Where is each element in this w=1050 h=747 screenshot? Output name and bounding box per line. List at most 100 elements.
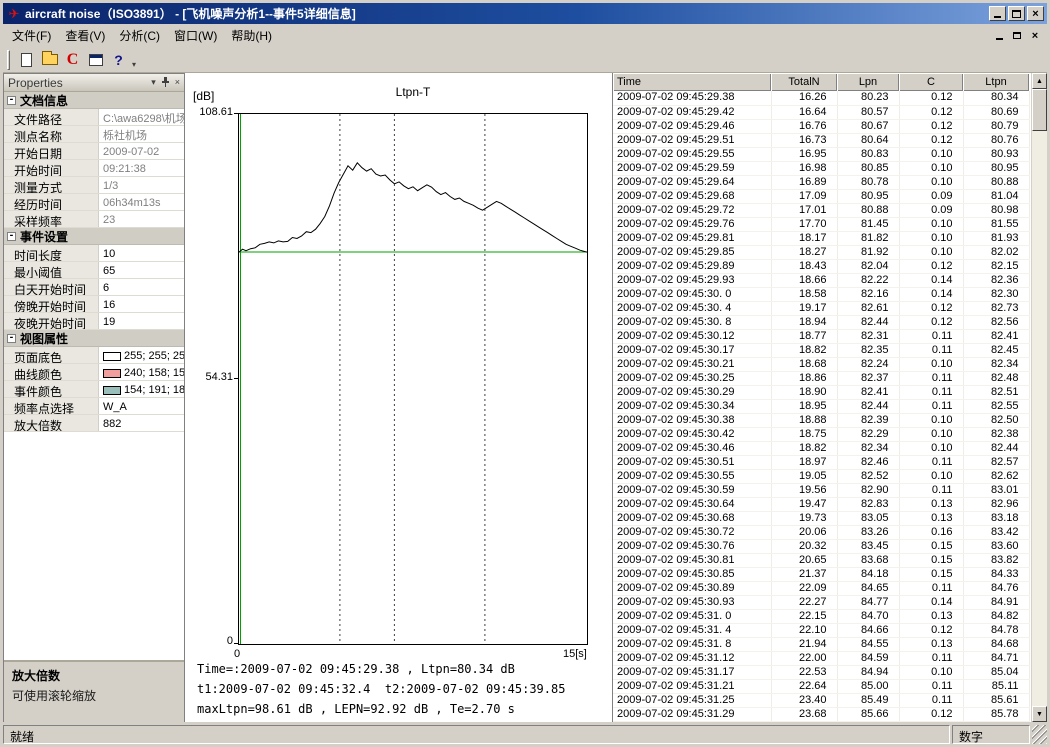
close-button[interactable]: × (1027, 6, 1044, 21)
panel-dropdown-icon[interactable]: ▾ (151, 78, 156, 87)
table-row[interactable]: 2009-07-02 09:45:31.2122.6485.000.1185.1… (613, 679, 1029, 693)
scroll-up-button[interactable]: ▲ (1032, 73, 1047, 89)
property-category[interactable]: -视图属性 (4, 330, 184, 347)
table-row[interactable]: 2009-07-02 09:45:30.2518.8682.370.1182.4… (613, 371, 1029, 385)
table-row[interactable]: 2009-07-02 09:45:31. 821.9484.550.1384.6… (613, 637, 1029, 651)
table-row[interactable]: 2009-07-02 09:45:29.8518.2781.920.1082.0… (613, 245, 1029, 259)
resize-grip[interactable] (1032, 725, 1047, 744)
property-row[interactable]: 曲线颜色240; 158; 15 (4, 364, 184, 381)
table-row[interactable]: 2009-07-02 09:45:29.7217.0180.880.0980.9… (613, 203, 1029, 217)
menu-item[interactable]: 查看(V) (58, 24, 112, 47)
table-row[interactable]: 2009-07-02 09:45:31.2923.6885.660.1285.7… (613, 707, 1029, 721)
menu-item[interactable]: 窗口(W) (167, 24, 224, 47)
table-row[interactable]: 2009-07-02 09:45:29.5916.9880.850.1080.9… (613, 161, 1029, 175)
table-row[interactable]: 2009-07-02 09:45:29.7617.7081.450.1081.5… (613, 217, 1029, 231)
table-row[interactable]: 2009-07-02 09:45:29.6416.8980.780.1080.8… (613, 175, 1029, 189)
minimize-button[interactable] (989, 6, 1006, 21)
table-row[interactable]: 2009-07-02 09:45:31. 022.1584.700.1384.8… (613, 609, 1029, 623)
property-value[interactable]: C:\awa6298\机场 (99, 109, 184, 125)
property-row[interactable]: 经历时间06h34m13s (4, 194, 184, 211)
property-row[interactable]: 采样频率23 (4, 211, 184, 228)
new-document-button[interactable] (15, 49, 38, 71)
property-value[interactable]: W_A (99, 398, 184, 414)
property-value[interactable]: 65 (99, 262, 184, 278)
table-row[interactable]: 2009-07-02 09:45:30.5919.5682.900.1183.0… (613, 483, 1029, 497)
table-row[interactable]: 2009-07-02 09:45:30. 018.5882.160.1482.3… (613, 287, 1029, 301)
scrollbar-track[interactable] (1032, 131, 1047, 706)
table-row[interactable]: 2009-07-02 09:45:29.8918.4382.040.1282.1… (613, 259, 1029, 273)
column-header-time[interactable]: Time (613, 73, 771, 91)
panel-close-icon[interactable]: × (175, 78, 180, 87)
table-row[interactable]: 2009-07-02 09:45:30.3818.8882.390.1082.5… (613, 413, 1029, 427)
property-row[interactable]: 夜晚开始时间19 (4, 313, 184, 330)
property-value[interactable]: 23 (99, 211, 184, 227)
property-row[interactable]: 开始日期2009-07-02 (4, 143, 184, 160)
table-row[interactable]: 2009-07-02 09:45:30.4618.8282.340.1082.4… (613, 441, 1029, 455)
property-value[interactable]: 2009-07-02 (99, 143, 184, 159)
property-value[interactable]: 882 (99, 415, 184, 431)
properties-panel-header[interactable]: Properties ▾ × (4, 74, 184, 92)
property-row[interactable]: 页面底色255; 255; 25 (4, 347, 184, 364)
property-row[interactable]: 开始时间09:21:38 (4, 160, 184, 177)
mdi-restore-button[interactable] (1009, 29, 1025, 43)
table-row[interactable]: 2009-07-02 09:45:31.1722.5384.940.1085.0… (613, 665, 1029, 679)
table-row[interactable]: 2009-07-02 09:45:29.9318.6682.220.1482.3… (613, 273, 1029, 287)
table-row[interactable]: 2009-07-02 09:45:29.5516.9580.830.1080.9… (613, 147, 1029, 161)
property-row[interactable]: 放大倍数882 (4, 415, 184, 432)
table-header[interactable]: TimeTotalNLpnCLtpn (613, 73, 1029, 91)
help-button[interactable]: ? (107, 49, 130, 71)
table-row[interactable]: 2009-07-02 09:45:29.3816.2680.230.1280.3… (613, 91, 1029, 105)
maximize-button[interactable] (1008, 6, 1025, 21)
table-row[interactable]: 2009-07-02 09:45:30. 818.9482.440.1282.5… (613, 315, 1029, 329)
table-row[interactable]: 2009-07-02 09:45:30.2118.6882.240.1082.3… (613, 357, 1029, 371)
menu-item[interactable]: 帮助(H) (224, 24, 279, 47)
table-row[interactable]: 2009-07-02 09:45:29.8118.1781.820.1081.9… (613, 231, 1029, 245)
table-row[interactable]: 2009-07-02 09:45:30. 419.1782.610.1282.7… (613, 301, 1029, 315)
property-row[interactable]: 频率点选择W_A (4, 398, 184, 415)
table-row[interactable]: 2009-07-02 09:45:30.1718.8282.350.1182.4… (613, 343, 1029, 357)
scrollbar-thumb[interactable] (1032, 89, 1047, 131)
chart-plot-area[interactable] (238, 113, 588, 645)
c-weighting-button[interactable]: C (61, 49, 84, 71)
table-row[interactable]: 2009-07-02 09:45:30.8120.6583.680.1583.8… (613, 553, 1029, 567)
property-value[interactable]: 255; 255; 25 (99, 347, 184, 363)
table-row[interactable]: 2009-07-02 09:45:29.6817.0980.950.0981.0… (613, 189, 1029, 203)
property-value[interactable]: 6 (99, 279, 184, 295)
table-row[interactable]: 2009-07-02 09:45:30.5519.0582.520.1082.6… (613, 469, 1029, 483)
table-row[interactable]: 2009-07-02 09:45:30.3418.9582.440.1182.5… (613, 399, 1029, 413)
property-value[interactable]: 16 (99, 296, 184, 312)
table-row[interactable]: 2009-07-02 09:45:30.7220.0683.260.1683.4… (613, 525, 1029, 539)
property-row[interactable]: 测量方式1/3 (4, 177, 184, 194)
property-row[interactable]: 白天开始时间6 (4, 279, 184, 296)
property-row[interactable]: 测点名称栎社机场 (4, 126, 184, 143)
column-header-c[interactable]: C (899, 73, 963, 91)
collapse-icon[interactable]: - (7, 96, 16, 105)
column-header-ltpn[interactable]: Ltpn (963, 73, 1029, 91)
property-row[interactable]: 最小阈值65 (4, 262, 184, 279)
table-row[interactable]: 2009-07-02 09:45:30.5118.9782.460.1182.5… (613, 455, 1029, 469)
property-value[interactable]: 09:21:38 (99, 160, 184, 176)
table-row[interactable]: 2009-07-02 09:45:30.4218.7582.290.1082.3… (613, 427, 1029, 441)
property-row[interactable]: 傍晚开始时间16 (4, 296, 184, 313)
open-file-button[interactable] (38, 49, 61, 71)
property-value[interactable]: 240; 158; 15 (99, 364, 184, 380)
property-row[interactable]: 文件路径C:\awa6298\机场 (4, 109, 184, 126)
table-row[interactable]: 2009-07-02 09:45:30.8521.3784.180.1584.3… (613, 567, 1029, 581)
table-row[interactable]: 2009-07-02 09:45:31.1222.0084.590.1184.7… (613, 651, 1029, 665)
table-row[interactable]: 2009-07-02 09:45:31. 422.1084.660.1284.7… (613, 623, 1029, 637)
table-row[interactable]: 2009-07-02 09:45:29.5116.7380.640.1280.7… (613, 133, 1029, 147)
table-row[interactable]: 2009-07-02 09:45:30.9322.2784.770.1484.9… (613, 595, 1029, 609)
collapse-icon[interactable]: - (7, 334, 16, 343)
toolbar-overflow-chevron[interactable]: ▾ (132, 60, 136, 69)
table-row[interactable]: 2009-07-02 09:45:30.7620.3283.450.1583.6… (613, 539, 1029, 553)
table-row[interactable]: 2009-07-02 09:45:31.2523.4085.490.1185.6… (613, 693, 1029, 707)
table-row[interactable]: 2009-07-02 09:45:30.6419.4782.830.1382.9… (613, 497, 1029, 511)
menu-item[interactable]: 分析(C) (112, 24, 167, 47)
menu-item[interactable]: 文件(F) (5, 24, 58, 47)
table-row[interactable]: 2009-07-02 09:45:29.4216.6480.570.1280.6… (613, 105, 1029, 119)
table-row[interactable]: 2009-07-02 09:45:30.8922.0984.650.1184.7… (613, 581, 1029, 595)
table-row[interactable]: 2009-07-02 09:45:30.1218.7782.310.1182.4… (613, 329, 1029, 343)
property-value[interactable]: 06h34m13s (99, 194, 184, 210)
property-value[interactable]: 19 (99, 313, 184, 329)
table-row[interactable]: 2009-07-02 09:45:30.2918.9082.410.1182.5… (613, 385, 1029, 399)
